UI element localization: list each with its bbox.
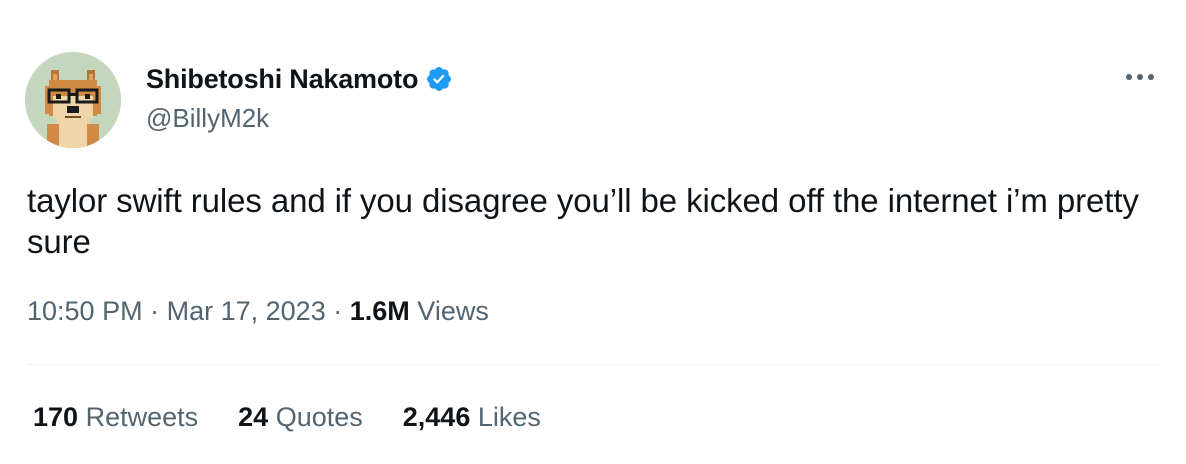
meta-separator: · (150, 296, 160, 326)
likes-label: Likes (477, 402, 541, 432)
author-handle[interactable]: @BillyM2k (146, 103, 269, 134)
quotes-count: 24 (238, 402, 269, 432)
likes-count: 2,446 (402, 402, 471, 432)
quotes-stat[interactable]: 24 Quotes (238, 402, 363, 433)
tweet-time[interactable]: 10:50 PM (27, 296, 143, 326)
tweet-card: Shibetoshi Nakamoto @BillyM2k taylor swi… (0, 0, 1186, 464)
tweet-stats: 170 Retweets 24 Quotes 2,446 Likes (33, 402, 581, 433)
verified-badge-icon[interactable] (425, 65, 453, 93)
quotes-label: Quotes (275, 402, 363, 432)
views-count: 1.6M (349, 296, 410, 326)
divider (27, 364, 1158, 365)
more-options-button[interactable] (1120, 62, 1160, 92)
retweets-stat[interactable]: 170 Retweets (33, 402, 198, 433)
retweets-count: 170 (33, 402, 79, 432)
author-display-name[interactable]: Shibetoshi Nakamoto (146, 64, 418, 95)
likes-stat[interactable]: 2,446 Likes (403, 402, 541, 433)
avatar[interactable] (25, 52, 121, 148)
tweet-text: taylor swift rules and if you disagree y… (27, 182, 1139, 260)
meta-separator: · (333, 296, 343, 326)
author-name-row: Shibetoshi Nakamoto (146, 61, 453, 97)
tweet-date[interactable]: Mar 17, 2023 (167, 296, 326, 326)
retweets-label: Retweets (85, 402, 199, 432)
doge-avatar-icon (25, 52, 121, 148)
more-horizontal-icon (1126, 74, 1154, 80)
tweet-meta: 10:50 PM · Mar 17, 2023 · 1.6M Views (27, 296, 489, 327)
views-label: Views (417, 296, 489, 326)
